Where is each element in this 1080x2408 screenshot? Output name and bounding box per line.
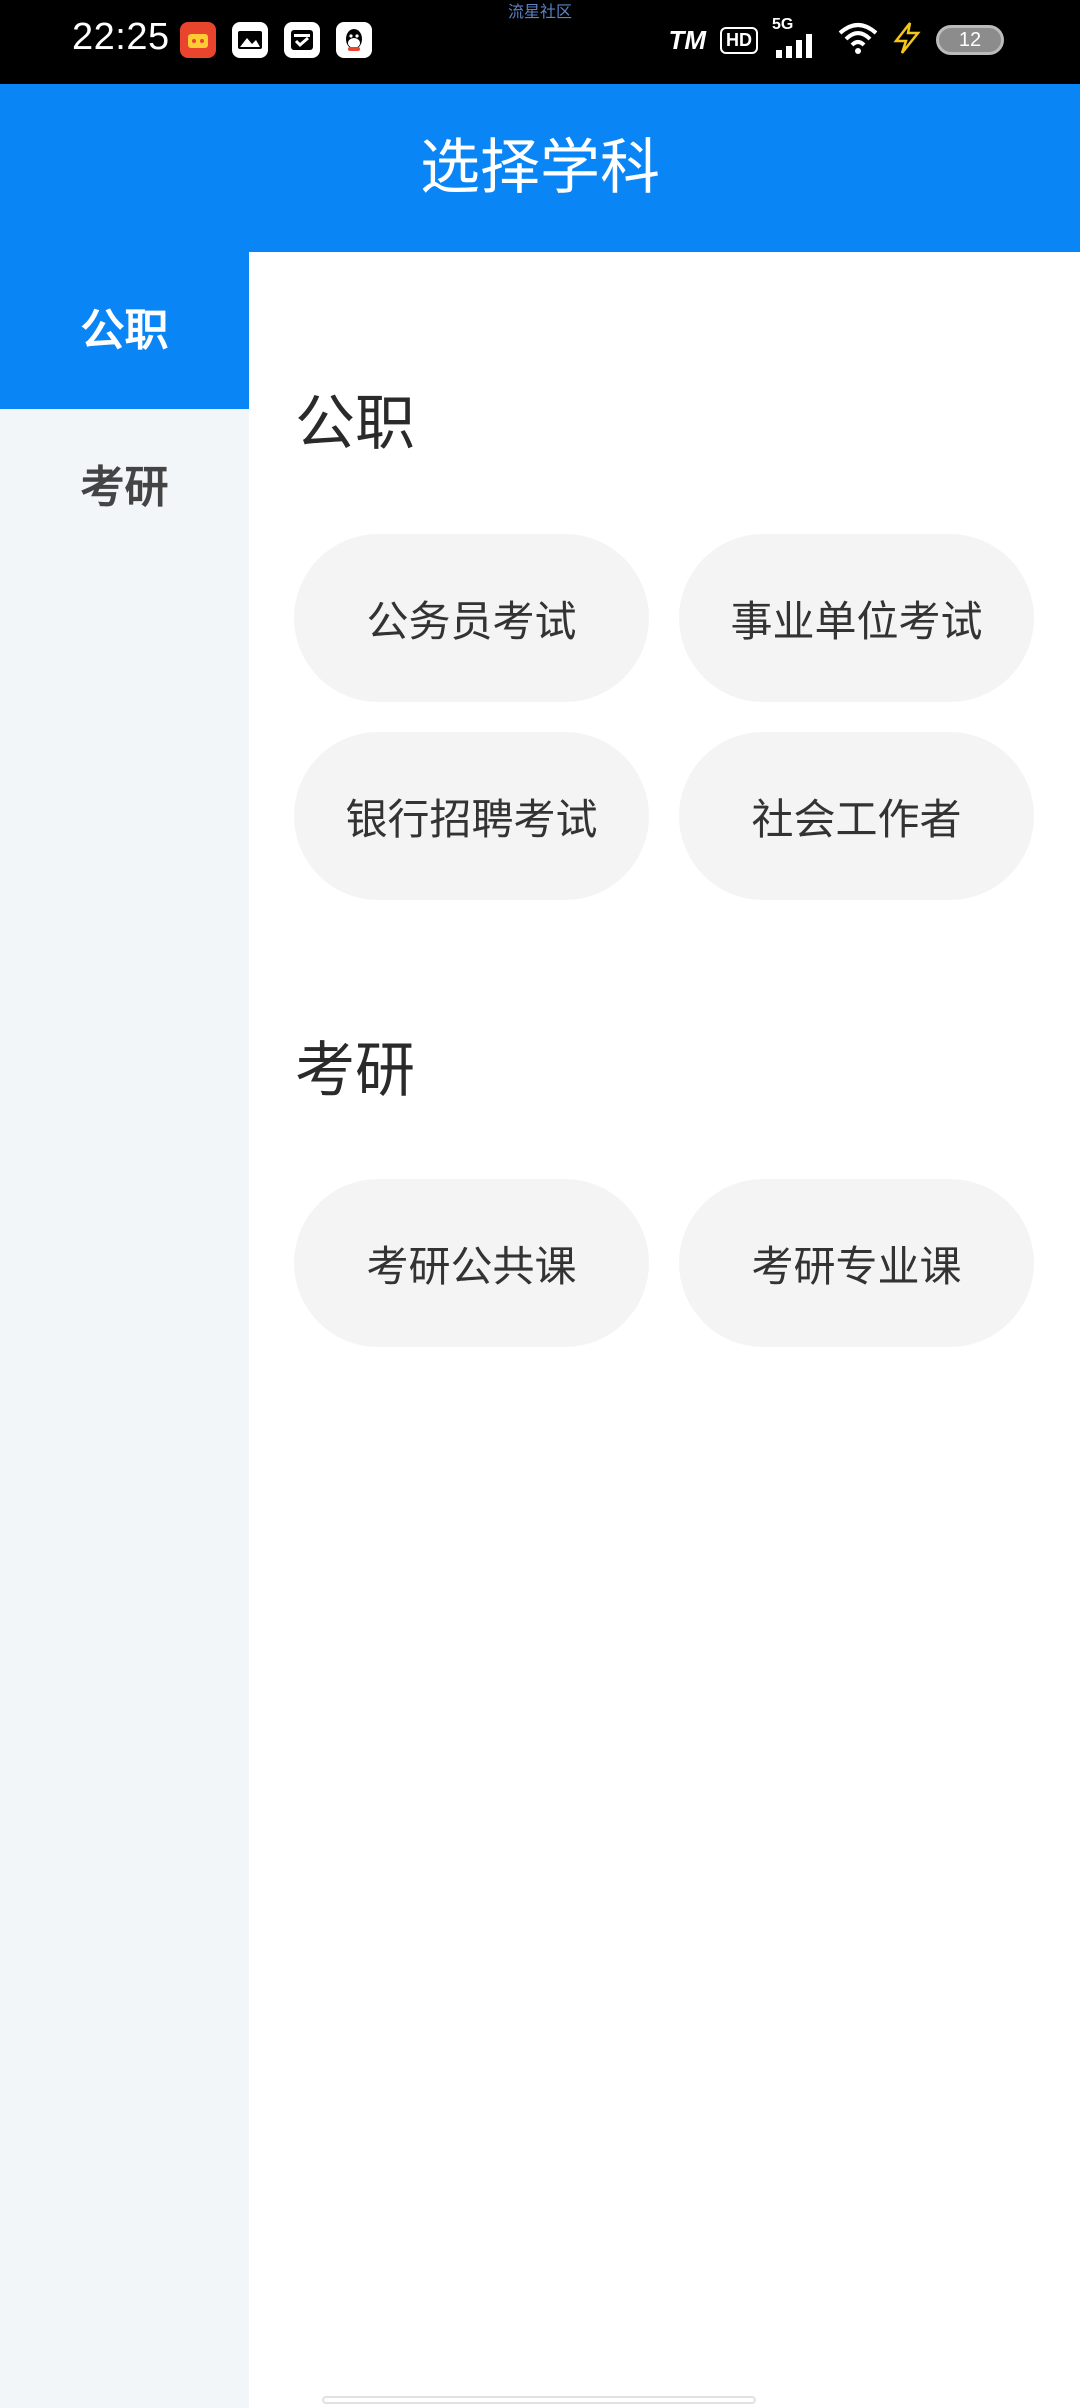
category-sidebar: 公职 考研 bbox=[0, 252, 249, 2408]
hd-badge: HD bbox=[720, 26, 758, 54]
subject-list: 公职 公务员考试 事业单位考试 银行招聘考试 社会工作者 考研 考研公共课 考研… bbox=[249, 252, 1080, 2408]
subject-chip-kaoyan-major[interactable]: 考研专业课 bbox=[679, 1179, 1034, 1347]
status-bar: 流星社区 22:25 TM HD 5G 12 bbox=[0, 0, 1080, 84]
page-title: 选择学科 bbox=[420, 133, 660, 203]
subject-chip-social-worker[interactable]: 社会工作者 bbox=[679, 732, 1034, 900]
charging-icon bbox=[892, 21, 922, 59]
subject-chip-public-institution[interactable]: 事业单位考试 bbox=[679, 534, 1034, 702]
notification-icons bbox=[180, 22, 372, 58]
system-indicators: TM HD 5G 12 bbox=[668, 16, 1004, 60]
subject-chip-bank-recruitment[interactable]: 银行招聘考试 bbox=[294, 732, 649, 900]
subject-chip-civil-servant[interactable]: 公务员考试 bbox=[294, 534, 649, 702]
wifi-icon bbox=[838, 21, 878, 59]
sidebar-item-kaoyan[interactable]: 考研 bbox=[0, 409, 249, 566]
subject-chip-kaoyan-public[interactable]: 考研公共课 bbox=[294, 1179, 649, 1347]
cellular-signal-icon: 5G bbox=[772, 16, 824, 60]
section-title-kaoyan: 考研 bbox=[295, 1036, 415, 1106]
sidebar-item-gongzhi[interactable]: 公职 bbox=[0, 252, 249, 409]
section-title-gongzhi: 公职 bbox=[295, 389, 415, 459]
gesture-bar[interactable] bbox=[322, 2396, 756, 2404]
signal-label: TM bbox=[668, 24, 706, 55]
app-header: 选择学科 bbox=[0, 84, 1080, 252]
qq-icon bbox=[336, 22, 372, 58]
app-icon-red bbox=[180, 22, 216, 58]
status-time: 22:25 bbox=[72, 16, 170, 58]
gallery-icon bbox=[232, 22, 268, 58]
battery-indicator: 12 bbox=[936, 25, 1004, 55]
inbox-icon bbox=[284, 22, 320, 58]
